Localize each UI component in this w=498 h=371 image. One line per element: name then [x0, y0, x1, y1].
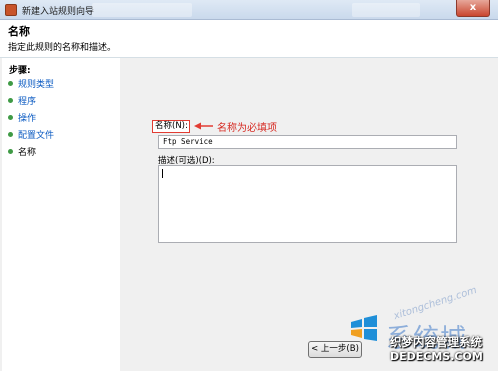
step-label[interactable]: 规则类型 [18, 80, 54, 90]
firewall-app-icon [5, 4, 17, 16]
page-description: 指定此规则的名称和描述。 [8, 43, 117, 53]
name-input[interactable]: Ftp Service [158, 135, 457, 149]
titlebar-blur [92, 3, 192, 17]
text-caret [162, 169, 163, 178]
steps-list: 规则类型 程序 操作 配置文件 名称 [8, 79, 54, 164]
watermark-logo-icon [351, 315, 377, 341]
name-label: 名称(N): [152, 120, 190, 133]
step-label[interactable]: 配置文件 [18, 131, 54, 141]
step-item-action[interactable]: 操作 [8, 113, 54, 130]
steps-panel: 步骤: 规则类型 程序 操作 配置文件 名称 [2, 58, 120, 371]
wizard-header: 名称 指定此规则的名称和描述。 [0, 20, 498, 58]
step-label[interactable]: 程序 [18, 97, 36, 107]
step-item-program[interactable]: 程序 [8, 96, 54, 113]
step-item-name: 名称 [8, 147, 54, 164]
watermark-site: DEDECMS.COM [390, 350, 483, 363]
window-title: 新建入站规则向导 [22, 7, 95, 17]
description-textarea[interactable] [158, 165, 457, 243]
title-bar: 新建入站规则向导 x [0, 0, 498, 20]
page-title: 名称 [8, 25, 30, 38]
titlebar-blur [352, 3, 420, 17]
step-bullet-icon [8, 149, 13, 154]
annotation-arrow-icon [194, 122, 213, 130]
step-bullet-icon [8, 115, 13, 120]
watermark-cn-text: 织梦内容管理系统 [390, 335, 482, 349]
step-bullet-icon [8, 132, 13, 137]
step-bullet-icon [8, 81, 13, 86]
step-label: 名称 [18, 148, 37, 158]
step-label[interactable]: 操作 [18, 114, 36, 124]
steps-title: 步骤: [9, 66, 31, 76]
step-bullet-icon [8, 98, 13, 103]
annotation-text: 名称为必填项 [217, 123, 277, 134]
step-item-profile[interactable]: 配置文件 [8, 130, 54, 147]
step-item-rule-type[interactable]: 规则类型 [8, 79, 54, 96]
close-button[interactable]: x [456, 0, 490, 17]
